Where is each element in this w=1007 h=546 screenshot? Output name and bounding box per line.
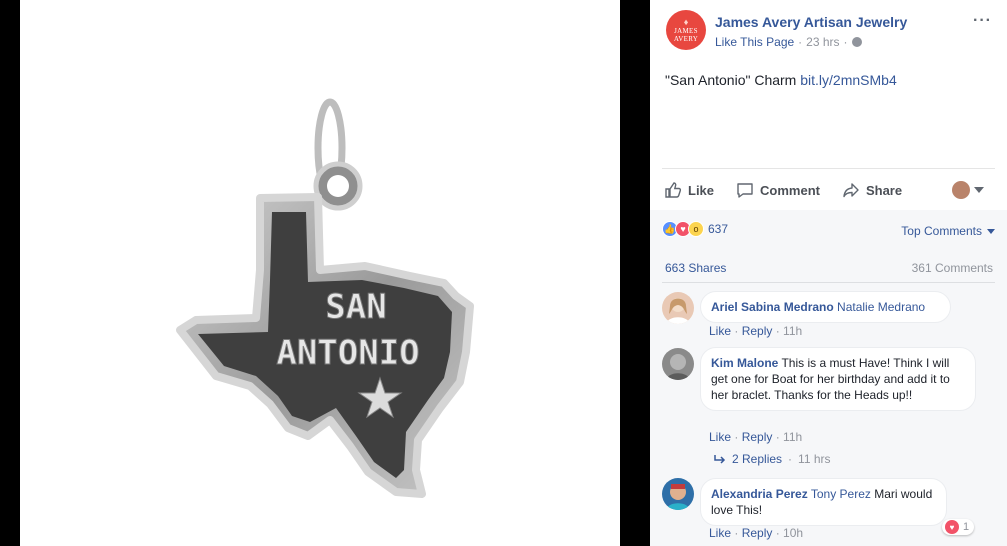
avatar-text-1: JAMES <box>674 26 698 35</box>
top-comments-dropdown[interactable]: Top Comments <box>901 224 995 238</box>
post-text-body: "San Antonio" Charm <box>665 72 801 88</box>
comment-time[interactable]: 11h <box>783 430 802 444</box>
more-icon[interactable]: ··· <box>973 12 992 30</box>
action-bar: Like Comment Share <box>664 179 994 201</box>
comment-label: Comment <box>760 182 820 198</box>
avatar-text-2: AVERY <box>673 34 699 43</box>
view-replies-link[interactable]: 2 Replies · 11 hrs <box>714 452 831 466</box>
comment-like-link[interactable]: Like <box>709 430 731 444</box>
top-comments-label: Top Comments <box>901 224 982 238</box>
wow-reaction-icon: o <box>688 221 704 237</box>
like-button[interactable]: Like <box>664 181 714 199</box>
page-name-link[interactable]: James Avery Artisan Jewelry <box>715 14 907 30</box>
comment-reply-link[interactable]: Reply <box>742 324 773 338</box>
comment-actions: Like · Reply · 11h <box>709 430 803 444</box>
reaction-summary[interactable]: 👍 ♥ o 637 <box>662 221 728 237</box>
heart-icon: ♥ <box>945 520 959 534</box>
comment-author[interactable]: Kim Malone <box>711 356 778 370</box>
post-link[interactable]: bit.ly/2mnSMb4 <box>800 72 896 88</box>
comment-reaction-badge[interactable]: ♥ 1 <box>942 519 975 535</box>
comment-author[interactable]: Ariel Sabina Medrano <box>711 300 834 314</box>
like-page-link[interactable]: Like This Page <box>715 35 794 49</box>
comment-icon <box>737 183 753 198</box>
caret-down-icon[interactable] <box>974 187 984 193</box>
charm-text-line1: SAN <box>325 287 386 327</box>
avatar[interactable] <box>662 348 694 380</box>
share-button[interactable]: Share <box>842 181 902 199</box>
comment-like-link[interactable]: Like <box>709 526 731 540</box>
post-photo[interactable]: SAN ANTONIO <box>20 0 620 546</box>
comments-section: 👍 ♥ o 637 Top Comments 663 Shares 361 Co… <box>650 210 1007 546</box>
post-time[interactable]: 23 hrs <box>806 35 839 49</box>
comment-tag[interactable]: Natalie Medrano <box>837 300 925 314</box>
avatar[interactable] <box>662 478 694 510</box>
person-icon <box>666 484 690 510</box>
replies-label: 2 Replies <box>732 452 783 466</box>
post-meta: Like This Page · 23 hrs · <box>715 35 862 49</box>
like-label: Like <box>688 182 715 198</box>
comment-time[interactable]: 10h <box>783 526 803 540</box>
post-side-panel: ♦ JAMES AVERY James Avery Artisan Jewelr… <box>650 0 1007 546</box>
comment-like-link[interactable]: Like <box>709 324 731 338</box>
comment-tag[interactable]: Tony Perez <box>811 487 871 501</box>
post-text: "San Antonio" Charm bit.ly/2mnSMb4 <box>665 72 897 88</box>
viewer-avatar[interactable] <box>952 181 970 199</box>
page-avatar[interactable]: ♦ JAMES AVERY <box>666 10 706 50</box>
comment-reply-link[interactable]: Reply <box>742 430 773 444</box>
replies-time: 11 hrs <box>798 452 831 466</box>
comment-author[interactable]: Alexandria Perez <box>711 487 808 501</box>
comment-time[interactable]: 11h <box>783 324 802 338</box>
charm-text-line2: ANTONIO <box>276 333 419 373</box>
reply-arrow-icon <box>714 455 726 464</box>
caret-down-icon <box>987 228 995 234</box>
divider <box>662 168 995 169</box>
comments-count[interactable]: 361 Comments <box>912 261 993 275</box>
flame-icon: ♦ <box>683 16 689 27</box>
comment-bubble: Kim Malone This is a must Have! Think I … <box>700 347 976 411</box>
texas-charm-image: SAN ANTONIO <box>176 98 474 498</box>
comment-bubble: Ariel Sabina Medrano Natalie Medrano <box>700 291 951 323</box>
comment-reply-link[interactable]: Reply <box>742 526 773 540</box>
divider <box>662 282 995 283</box>
reaction-count[interactable]: 637 <box>708 222 728 236</box>
person-icon <box>666 354 690 380</box>
person-icon <box>666 298 690 324</box>
comment-actions: Like · Reply · 10h <box>709 526 804 540</box>
comment-button[interactable]: Comment <box>736 181 820 199</box>
meta-separator: · <box>843 35 848 49</box>
comment-bubble: Alexandria Perez Tony Perez Mari would l… <box>700 478 947 526</box>
photo-viewer: SAN ANTONIO <box>0 0 650 546</box>
share-icon <box>843 183 859 198</box>
thumbs-up-icon <box>665 182 682 198</box>
comment-actions: Like · Reply · 11h <box>709 324 803 338</box>
shares-count[interactable]: 663 Shares <box>665 261 726 275</box>
share-label: Share <box>865 182 903 198</box>
replies-separator: · <box>788 452 793 466</box>
globe-icon <box>851 37 862 47</box>
avatar[interactable] <box>662 292 694 324</box>
meta-separator: · <box>798 35 803 49</box>
comment-reaction-count: 1 <box>963 521 970 533</box>
